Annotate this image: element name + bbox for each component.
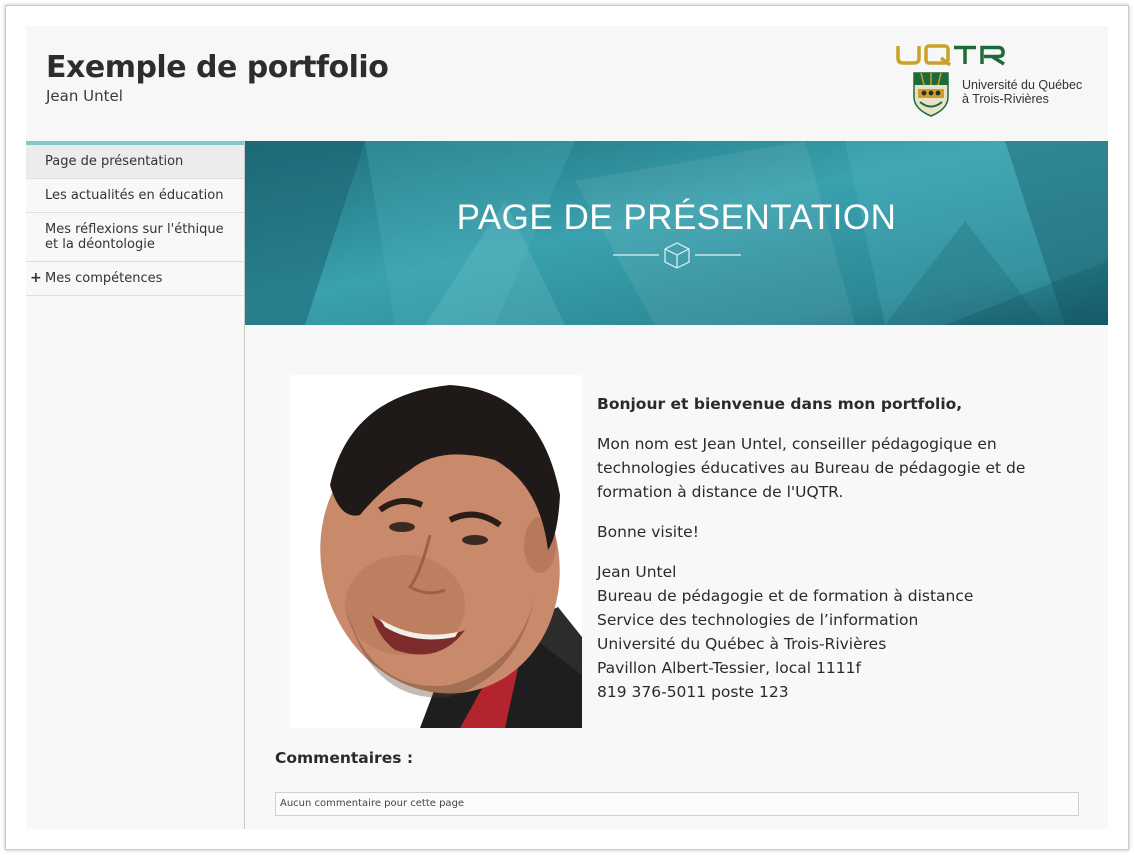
- site-header: Exemple de portfolio Jean Untel Universi…: [26, 26, 1108, 141]
- sidebar-item-reflexions[interactable]: Mes réflexions sur l'éthique et la déont…: [26, 213, 244, 262]
- uqtr-wordmark-icon: [896, 44, 1005, 66]
- cube-divider-icon: [613, 242, 741, 269]
- signature-line: Service des technologies de l’informatio…: [597, 611, 919, 629]
- closing-text: Bonne visite!: [597, 523, 699, 541]
- uqtr-logo-line1: Université du Québec: [962, 78, 1083, 92]
- portfolio-page: Exemple de portfolio Jean Untel Universi…: [26, 26, 1108, 829]
- site-subtitle: Jean Untel: [46, 87, 123, 105]
- comments-title: Commentaires :: [275, 749, 414, 767]
- sidebar-item-label: Les actualités en éducation: [45, 188, 224, 203]
- signature-line: 819 376-5011 poste 123: [597, 683, 789, 701]
- profile-photo: [290, 375, 582, 728]
- signature-line: Jean Untel: [597, 563, 677, 581]
- uqtr-logo-line2: à Trois-Rivières: [962, 92, 1049, 106]
- expand-plus-icon[interactable]: +: [30, 271, 42, 286]
- uqtr-logo-text: Université du Québec à Trois-Rivières: [962, 78, 1082, 106]
- signature-line: Université du Québec à Trois-Rivières: [597, 635, 887, 653]
- sidebar-item-label: Mes compétences: [45, 271, 163, 286]
- greeting-text: Bonjour et bienvenue dans mon portfolio,: [597, 395, 963, 413]
- uqtr-logo[interactable]: Université du Québec à Trois-Rivières: [896, 44, 1096, 124]
- signature-block: Jean Untel Bureau de pédagogie et de for…: [597, 560, 1047, 704]
- sidebar-item-competences[interactable]: + Mes compétences: [26, 262, 244, 296]
- sidebar-item-actualites[interactable]: Les actualités en éducation: [26, 179, 244, 213]
- sidebar-item-label: Mes réflexions sur l'éthique et la déont…: [45, 222, 224, 252]
- site-title: Exemple de portfolio: [46, 50, 389, 85]
- signature-line: Bureau de pédagogie et de formation à di…: [597, 587, 974, 605]
- page-banner: PAGE DE PRÉSENTATION: [245, 141, 1108, 325]
- uqtr-crest-icon: [913, 72, 949, 117]
- sidebar-item-label: Page de présentation: [45, 154, 184, 169]
- intro-paragraph: Mon nom est Jean Untel, conseiller pédag…: [597, 435, 1026, 501]
- sidebar-nav: Page de présentation Les actualités en é…: [26, 141, 245, 829]
- comments-box: Aucun commentaire pour cette page: [275, 792, 1079, 816]
- banner-title: PAGE DE PRÉSENTATION: [456, 198, 897, 237]
- intro-text: Bonjour et bienvenue dans mon portfolio,…: [597, 392, 1047, 704]
- signature-line: Pavillon Albert-Tessier, local 1111f: [597, 659, 861, 677]
- sidebar-item-page-de-presentation[interactable]: Page de présentation: [26, 145, 244, 179]
